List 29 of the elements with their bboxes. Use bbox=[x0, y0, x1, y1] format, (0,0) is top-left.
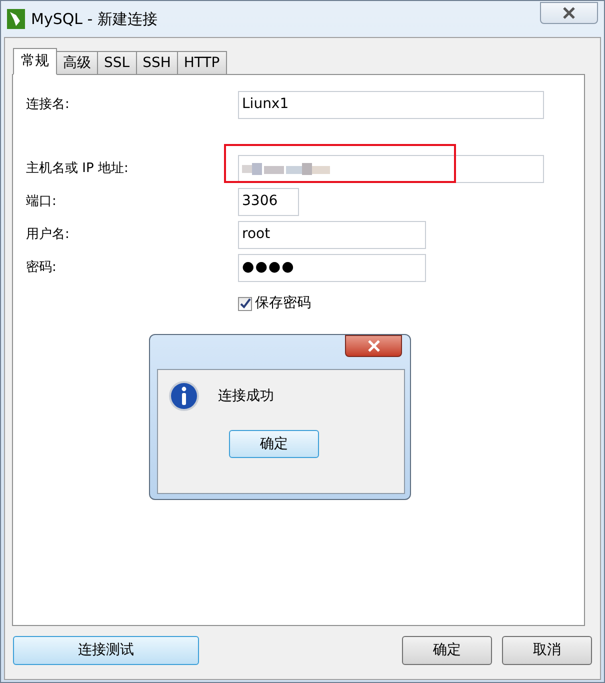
input-field[interactable]: root bbox=[238, 220, 426, 248]
input-field[interactable] bbox=[238, 154, 544, 182]
checkbox[interactable] bbox=[238, 296, 252, 310]
close-icon bbox=[366, 340, 380, 352]
field-label: 用户名: bbox=[26, 226, 70, 244]
field-label: 密码: bbox=[26, 258, 58, 277]
tab[interactable]: 常规 bbox=[13, 48, 57, 75]
dolphin-logo-icon bbox=[7, 9, 25, 29]
close-button[interactable] bbox=[540, 2, 598, 24]
test-connection-button[interactable]: 连接测试 bbox=[13, 636, 199, 665]
info-icon bbox=[168, 380, 200, 412]
close-button[interactable] bbox=[345, 335, 402, 357]
field-label: 主机名或 IP 地址: bbox=[26, 160, 130, 178]
field-label: 端口: bbox=[26, 192, 58, 211]
ok-button[interactable]: 确定 bbox=[402, 636, 492, 665]
message-text: 连接成功 bbox=[218, 386, 274, 406]
input-field[interactable]: ●●●● bbox=[238, 254, 426, 282]
tab[interactable]: SSL bbox=[97, 51, 137, 75]
tab[interactable]: 高级 bbox=[56, 51, 98, 75]
checkbox-label: 保存密码 bbox=[255, 294, 311, 313]
tab[interactable]: SSH bbox=[136, 51, 178, 75]
field-label: 连接名: bbox=[26, 96, 70, 114]
window-title: MySQL - 新建连接 bbox=[31, 8, 158, 30]
input-field[interactable]: 3306 bbox=[238, 188, 299, 216]
cancel-button[interactable]: 取消 bbox=[502, 636, 592, 665]
input-field[interactable]: Liunx1 bbox=[238, 90, 544, 118]
ok-button[interactable]: 确定 bbox=[229, 430, 319, 458]
tab[interactable]: HTTP bbox=[176, 51, 227, 75]
close-icon bbox=[562, 7, 576, 19]
